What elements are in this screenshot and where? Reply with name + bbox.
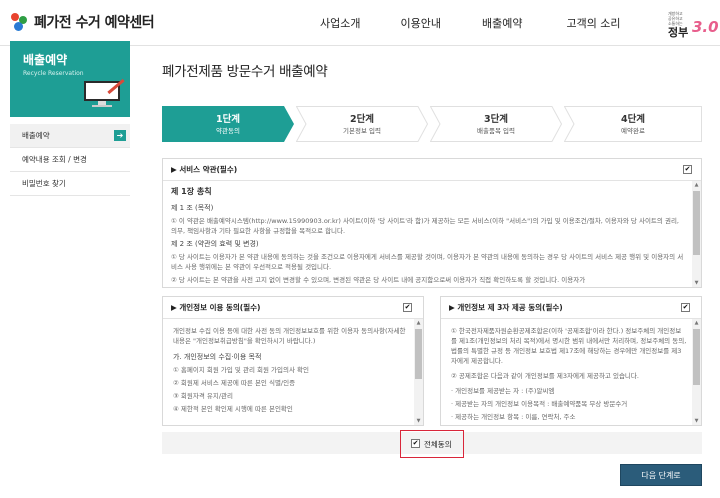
step-3: 3단계 배출품목 입력 [430, 106, 562, 142]
step-label: 배출품목 입력 [477, 127, 515, 135]
highlight-box [400, 430, 464, 458]
main-nav: 사업소개 이용안내 배출예약 고객의 소리 [320, 15, 621, 31]
article-title: 제 2 조 (약관의 효력 및 변경) [171, 240, 259, 248]
sidebar-item-find-password[interactable]: 비밀번호 찾기 [10, 172, 130, 196]
sidebar-subtitle: Recycle Reservation [23, 70, 84, 77]
sidebar-item-label: 비밀번호 찾기 [22, 179, 66, 188]
consent-subtitle: 가. 개인정보의 수집·이용 목적 [173, 353, 262, 361]
third-party-consent-title: ▶ 개인정보 제 3자 제공 동의(필수) [449, 303, 563, 312]
third-party-consent-content[interactable]: ① 한국전자제품자원순환공제조합은(이하 '공제조합'이라 한다.) 정보주체의… [451, 323, 687, 423]
consent-text: ② 공제조합은 다음과 같이 개인정보를 제3자에게 제공하고 있습니다. [451, 372, 639, 380]
sidebar-item-label: 배출예약 [22, 131, 50, 140]
step-2: 2단계 기본정보 입력 [296, 106, 428, 142]
third-party-consent-box: ▶ 개인정보 제 3자 제공 동의(필수) ✔ ① 한국전자제품자원순환공제조합… [440, 296, 702, 426]
privacy-consent-header: ▶ 개인정보 이용 동의(필수) ✔ [163, 297, 423, 319]
scroll-down-icon[interactable]: ▼ [692, 279, 701, 287]
sidebar-item-reservation[interactable]: 배출예약 ➔ [10, 124, 130, 148]
third-party-consent-checkbox[interactable]: ✔ [681, 303, 690, 312]
next-step-button[interactable]: 다음 단계로 [620, 464, 702, 486]
sidebar-item-lookup[interactable]: 예약내용 조회 / 변경 [10, 148, 130, 172]
logo-mark-icon [8, 11, 30, 33]
article-text: ① 당 사이트는 이용자가 본 약관 내용에 동의하는 것을 조건으로 이용자에… [171, 253, 684, 271]
page-title: 폐가전제품 방문수거 배출예약 [162, 64, 328, 80]
scroll-up-icon[interactable]: ▲ [414, 319, 423, 327]
step-label: 기본정보 입력 [343, 127, 381, 135]
privacy-consent-title: ▶ 개인정보 이용 동의(필수) [171, 303, 261, 312]
privacy-consent-content[interactable]: 개인정보 수집 이용 등에 대한 사전 동의 개인정보보호를 위한 이용자 동의… [173, 323, 409, 423]
service-terms-title: ▶ 서비스 약관(필수) [171, 165, 238, 174]
scroll-down-icon[interactable]: ▼ [414, 417, 423, 425]
step-label: 약관동의 [216, 127, 240, 135]
consent-item: ③ 회원자격 유지/관리 [173, 392, 233, 400]
consent-item: · 개인정보를 제공받는 자 : (주)알씨엠 [451, 387, 555, 395]
gov30-logo: 개방하고 공유하고 소통하는 정부 3.0 [668, 8, 719, 39]
site-header: 폐가전 수거 예약센터 사업소개 이용안내 배출예약 고객의 소리 개방하고 공… [0, 0, 720, 46]
nav-item-customer-voice[interactable]: 고객의 소리 [566, 15, 620, 31]
service-terms-header: ▶ 서비스 약관(필수) ✔ [163, 159, 701, 181]
third-party-consent-header: ▶ 개인정보 제 3자 제공 동의(필수) ✔ [441, 297, 701, 319]
logo-text: 폐가전 수거 예약센터 [34, 15, 155, 31]
sidebar-hero: 배출예약 Recycle Reservation [10, 41, 130, 117]
site-logo[interactable]: 폐가전 수거 예약센터 [8, 9, 155, 35]
article-title: 제 1 조 (목적) [171, 204, 214, 212]
scroll-up-icon[interactable]: ▲ [692, 319, 701, 327]
arrow-right-icon: ➔ [114, 130, 126, 141]
monitor-icon [84, 78, 125, 107]
consent-item: · 제공받는 자의 개인정보 이용목적 : 배출예약품목 무상 방문수거 [451, 400, 628, 408]
step-number: 4단계 [620, 114, 646, 125]
step-indicator: 1단계 약관동의 2단계 기본정보 입력 3단계 배출품목 입력 4단계 예약완… [162, 106, 702, 142]
article-text: ② 당 사이트는 본 약관을 사전 고지 없이 변경할 수 있으며, 변경된 약… [171, 276, 586, 284]
scrollbar-thumb[interactable] [693, 329, 700, 385]
step-number: 2단계 [349, 114, 375, 125]
scrollbar-thumb[interactable] [415, 329, 422, 379]
step-number: 1단계 [215, 114, 241, 125]
consent-item: ② 회원제 서비스 제공에 따른 본인 식별/인증 [173, 379, 296, 387]
sidebar-title: 배출예약 [23, 53, 68, 67]
gov-logo-main: 정부 [668, 26, 689, 39]
article-text: ① 이 약관은 배출예약시스템(http://www.15990903.or.k… [171, 217, 679, 235]
step-number: 3단계 [483, 114, 509, 125]
nav-item-reservation[interactable]: 배출예약 [482, 15, 522, 31]
service-terms-box: ▶ 서비스 약관(필수) ✔ 제 1장 총칙 제 1 조 (목적) ① 이 약관… [162, 158, 702, 288]
privacy-consent-checkbox[interactable]: ✔ [403, 303, 412, 312]
nav-item-guide[interactable]: 이용안내 [400, 15, 440, 31]
service-terms-content[interactable]: 제 1장 총칙 제 1 조 (목적) ① 이 약관은 배출예약시스템(http:… [171, 185, 687, 285]
service-terms-checkbox[interactable]: ✔ [683, 165, 692, 174]
sidebar-item-label: 예약내용 조회 / 변경 [22, 155, 87, 164]
scrollbar[interactable]: ▲ ▼ [414, 319, 423, 425]
consent-item: ① 홈페이지 회원 가입 및 관리 회원 가입의사 확인 [173, 366, 309, 374]
scrollbar[interactable]: ▲ ▼ [692, 319, 701, 425]
consent-text: ① 한국전자제품자원순환공제조합은(이하 '공제조합'이라 한다.) 정보주체의… [451, 327, 687, 365]
scrollbar-thumb[interactable] [693, 191, 700, 255]
scroll-up-icon[interactable]: ▲ [692, 181, 701, 189]
consent-item: ④ 제한적 본인 확인제 시행에 따른 본인확인 [173, 405, 293, 413]
gov-logo-version: 3.0 [692, 18, 719, 36]
privacy-consent-box: ▶ 개인정보 이용 동의(필수) ✔ 개인정보 수집 이용 등에 대한 사전 동… [162, 296, 424, 426]
step-label: 예약완료 [621, 127, 645, 135]
sidebar-menu: 배출예약 ➔ 예약내용 조회 / 변경 비밀번호 찾기 [10, 124, 130, 196]
nav-item-about[interactable]: 사업소개 [320, 15, 360, 31]
consent-text: 개인정보 수집 이용 등에 대한 사전 동의 개인정보보호를 위한 이용자 동의… [173, 327, 406, 345]
scrollbar[interactable]: ▲ ▼ [692, 181, 701, 287]
scroll-down-icon[interactable]: ▼ [692, 417, 701, 425]
step-1: 1단계 약관동의 [162, 106, 294, 142]
chapter-title: 제 1장 총칙 [171, 187, 212, 196]
step-4: 4단계 예약완료 [564, 106, 702, 142]
consent-item: · 제공하는 개인정보 항목 : 이름, 연락처, 주소 [451, 413, 576, 421]
